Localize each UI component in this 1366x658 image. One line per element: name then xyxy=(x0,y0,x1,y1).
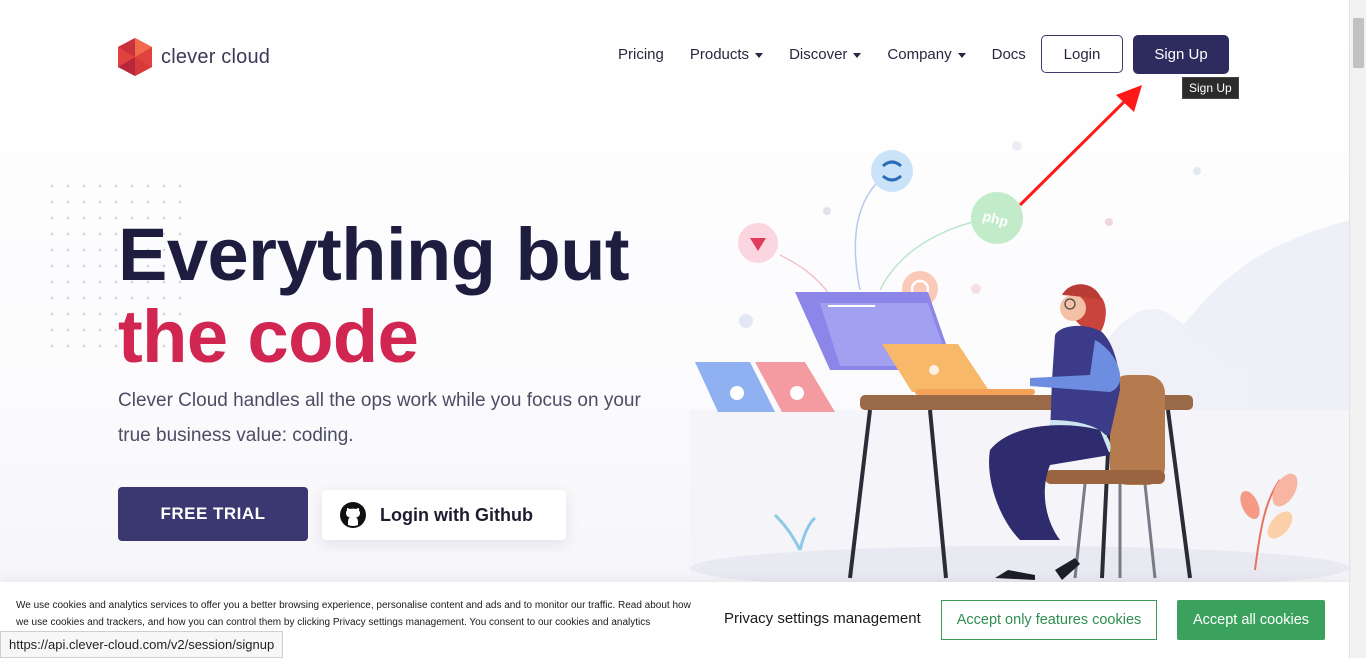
signup-button[interactable]: Sign Up xyxy=(1133,35,1229,74)
main-nav: Pricing Products Discover Company Docs xyxy=(618,46,1052,63)
login-github-button[interactable]: Login with Github xyxy=(322,490,566,540)
caret-down-icon xyxy=(755,53,764,58)
nav-label: Pricing xyxy=(618,46,664,63)
caret-down-icon xyxy=(853,53,862,58)
clever-cloud-logo-icon xyxy=(118,38,152,76)
ruby-badge-icon xyxy=(738,223,778,263)
free-trial-button[interactable]: FREE TRIAL xyxy=(118,487,308,541)
nav-label: Company xyxy=(887,46,952,63)
nav-label: Discover xyxy=(789,46,848,63)
hero-title-line2: the code xyxy=(118,296,629,378)
accept-all-cookies-button[interactable]: Accept all cookies xyxy=(1177,600,1325,640)
nav-products[interactable]: Products xyxy=(689,46,764,63)
caret-down-icon xyxy=(957,53,966,58)
nav-company[interactable]: Company xyxy=(887,46,966,63)
nav-pricing[interactable]: Pricing xyxy=(618,46,664,63)
annotation-arrow-icon xyxy=(1018,85,1142,207)
signup-tooltip: Sign Up xyxy=(1182,77,1239,99)
scrollbar-thumb[interactable] xyxy=(1353,18,1364,68)
brand-name: clever cloud xyxy=(161,45,271,68)
accept-features-cookies-button[interactable]: Accept only features cookies xyxy=(941,600,1157,640)
status-bar-url: https://api.clever-cloud.com/v2/session/… xyxy=(0,631,284,658)
python-badge-icon xyxy=(871,150,913,192)
hero-subtitle: Clever Cloud handles all the ops work wh… xyxy=(118,390,641,446)
nav-label: Products xyxy=(689,46,750,63)
logo[interactable]: clever cloud xyxy=(117,37,270,77)
nav-docs[interactable]: Docs xyxy=(992,46,1026,63)
login-button[interactable]: Login xyxy=(1041,35,1123,73)
hero-title: Everything but the code xyxy=(118,213,630,378)
privacy-settings-link[interactable]: Privacy settings management xyxy=(724,610,921,627)
vertical-scrollbar[interactable] xyxy=(1349,0,1366,658)
nav-discover[interactable]: Discover xyxy=(789,46,862,63)
github-icon xyxy=(340,502,366,528)
cookie-text: We use cookies and analytics services to… xyxy=(16,600,691,628)
github-button-label: Login with Github xyxy=(380,504,533,525)
nav-label: Docs xyxy=(991,46,1026,63)
page: clever cloud Pricing Products Discover C… xyxy=(0,0,1350,658)
hero-title-line1: Everything but xyxy=(118,213,630,296)
